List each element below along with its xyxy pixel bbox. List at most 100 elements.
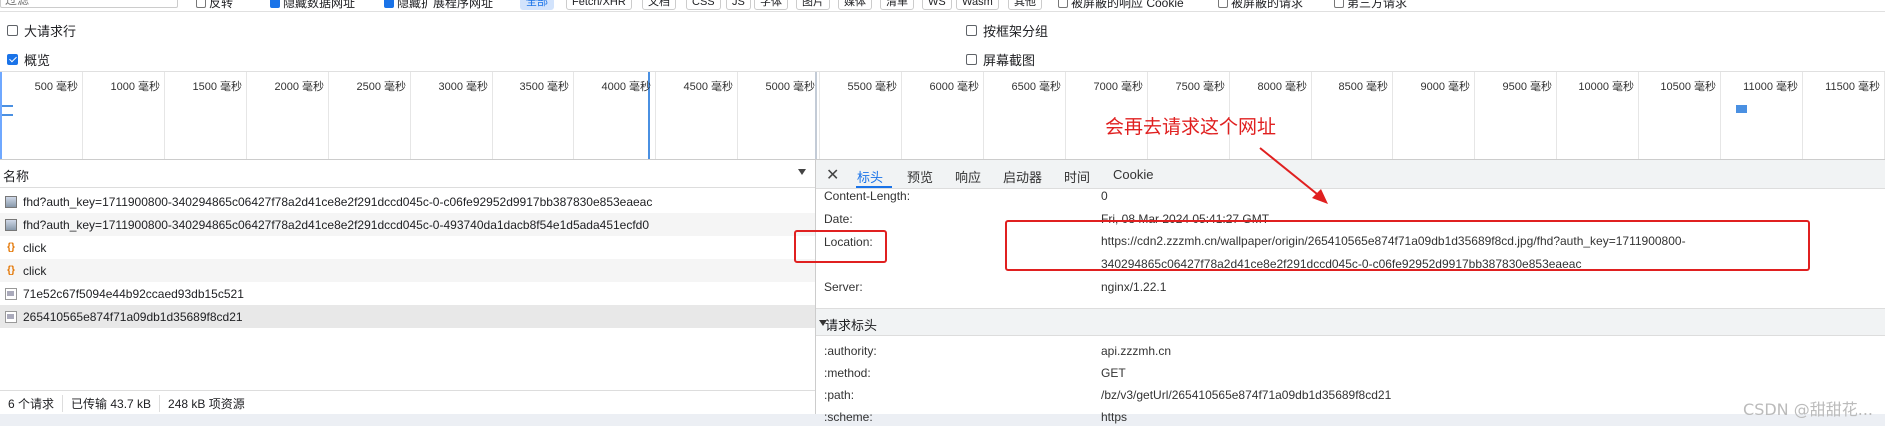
overview-label: 概览 (24, 53, 51, 68)
request-row[interactable]: 71e52c67f5094e44b92ccaed93db15c521 (0, 282, 815, 305)
active-tab-indicator (856, 186, 892, 188)
header-name: :method: (824, 366, 871, 380)
blocked-requests-checkbox[interactable] (1218, 0, 1228, 8)
overview-tick-label: 11500 毫秒 (1825, 81, 1880, 93)
type-chip-other[interactable]: 其他 (1008, 0, 1042, 10)
request-row[interactable]: fhd?auth_key=1711900800-340294865c06427f… (0, 213, 815, 236)
header-name: Content-Length: (824, 189, 911, 203)
large-rows-option[interactable]: 大请求行 (7, 21, 76, 40)
type-chip-all[interactable]: 全部 (520, 0, 554, 10)
blocked-cookies-checkbox[interactable] (1058, 0, 1068, 8)
type-chip-manifest[interactable]: 清单 (880, 0, 914, 10)
detail-tab-bar: ✕ 标头 预览 响应 启动器 时间 Cookie (816, 160, 1885, 189)
close-icon[interactable]: ✕ (826, 165, 839, 185)
request-name: fhd?auth_key=1711900800-340294865c06427f… (23, 217, 650, 232)
large-rows-checkbox[interactable] (7, 25, 18, 36)
header-value: /bz/v3/getUrl/265410565e874f71a09db1d356… (1101, 388, 1392, 402)
annotation-box-location-name (794, 230, 887, 263)
overview-tick-label: 4500 毫秒 (683, 81, 733, 93)
request-row-selected[interactable]: 265410565e874f71a09db1d35689f8cd21 (0, 305, 815, 328)
request-list-header[interactable]: 名称 (0, 160, 815, 188)
header-value: api.zzzmh.cn (1101, 344, 1172, 358)
overview-tick-label: 10500 毫秒 (1660, 81, 1716, 93)
request-name: click (23, 263, 47, 278)
overview-tick-label: 6000 毫秒 (929, 81, 979, 93)
request-name: 265410565e874f71a09db1d35689f8cd21 (23, 309, 243, 324)
type-chip-img[interactable]: 图片 (796, 0, 830, 10)
type-chip-ws[interactable]: WS (922, 0, 952, 10)
blocked-cookies-label: 被屏蔽的响应 Cookie (1071, 0, 1184, 10)
header-name: Server: (824, 280, 863, 294)
overview-option[interactable]: 概览 (7, 50, 50, 69)
request-row[interactable]: fhd?auth_key=1711900800-340294865c06427f… (0, 190, 815, 213)
type-chip-wasm[interactable]: Wasm (956, 0, 999, 10)
request-headers-section-toggle[interactable]: 请求标头 (816, 308, 1885, 336)
header-name: :scheme: (824, 410, 873, 424)
tab-cookies[interactable]: Cookie (1113, 167, 1153, 182)
type-chip-css[interactable]: CSS (686, 0, 721, 10)
status-bar: 6 个请求 已传输 43.7 kB 248 kB 项资源 (0, 390, 815, 415)
invert-option[interactable]: 反转 (196, 0, 233, 11)
bottom-strip (0, 414, 1885, 426)
invert-checkbox[interactable] (196, 0, 206, 8)
third-party-label: 第三方请求 (1347, 0, 1408, 10)
sort-arrow-icon[interactable] (798, 169, 806, 175)
request-headers-title: 请求标头 (825, 318, 878, 333)
overview-tick-label: 8500 毫秒 (1338, 81, 1388, 93)
xhr-icon: {} (7, 264, 15, 276)
image-icon (5, 195, 17, 208)
header-value: nginx/1.22.1 (1101, 280, 1167, 294)
name-column-header[interactable]: 名称 (3, 166, 29, 185)
header-value: https (1101, 410, 1128, 424)
tab-initiator[interactable]: 启动器 (1003, 167, 1042, 186)
overview-tick-label: 3000 毫秒 (438, 81, 488, 93)
blocked-cookies-option[interactable]: 被屏蔽的响应 Cookie (1058, 0, 1184, 11)
request-name: fhd?auth_key=1711900800-340294865c06427f… (23, 194, 653, 209)
tab-headers[interactable]: 标头 (857, 167, 883, 186)
hide-data-urls-option[interactable]: 隐藏数据网址 (270, 0, 355, 11)
group-by-frame-label: 按框架分组 (983, 24, 1049, 39)
tab-response[interactable]: 响应 (955, 167, 981, 186)
large-rows-label: 大请求行 (24, 24, 77, 39)
hide-extension-urls-option[interactable]: 隐藏扩展程序网址 (384, 0, 493, 11)
overview-tick-label: 3500 毫秒 (519, 81, 569, 93)
header-value: GET (1101, 366, 1126, 380)
group-by-frame-option[interactable]: 按框架分组 (966, 21, 1048, 40)
overview-tick-label: 1000 毫秒 (110, 81, 160, 93)
group-by-frame-checkbox[interactable] (966, 25, 977, 36)
screenshots-option[interactable]: 屏幕截图 (966, 50, 1035, 69)
overview-tick-label: 11000 毫秒 (1743, 81, 1798, 93)
screenshots-checkbox[interactable] (966, 54, 977, 65)
overview-timeline[interactable]: 500 毫秒 1000 毫秒 1500 毫秒 2000 毫秒 2500 毫秒 3000 毫… (0, 71, 1885, 160)
hide-extension-urls-label: 隐藏扩展程序网址 (397, 0, 494, 10)
request-row[interactable]: {} click (0, 236, 815, 259)
hide-data-urls-checkbox[interactable] (270, 0, 280, 8)
type-chip-media[interactable]: 媒体 (838, 0, 872, 10)
tab-preview[interactable]: 预览 (907, 167, 933, 186)
type-chip-js[interactable]: JS (726, 0, 751, 10)
blocked-requests-label: 被屏蔽的请求 (1231, 0, 1304, 10)
overview-tick-label: 6500 毫秒 (1011, 81, 1061, 93)
type-chip-fetch-xhr[interactable]: Fetch/XHR (566, 0, 632, 10)
header-name: Date: (824, 212, 853, 226)
overview-tick-label: 500 毫秒 (34, 81, 78, 93)
type-chip-font[interactable]: 字体 (754, 0, 788, 10)
hide-extension-urls-checkbox[interactable] (384, 0, 394, 8)
transferred-size: 已传输 43.7 kB (63, 394, 161, 412)
header-name: :path: (824, 388, 855, 402)
document-icon (5, 287, 17, 300)
overview-checkbox[interactable] (7, 54, 18, 65)
panel-divider[interactable] (815, 160, 816, 414)
type-chip-doc[interactable]: 文档 (642, 0, 676, 10)
overview-tick-label: 2000 毫秒 (274, 81, 324, 93)
overview-tick-label: 8000 毫秒 (1257, 81, 1307, 93)
third-party-checkbox[interactable] (1334, 0, 1344, 8)
blocked-requests-option[interactable]: 被屏蔽的请求 (1218, 0, 1303, 11)
tab-timing[interactable]: 时间 (1064, 167, 1090, 186)
filter-input[interactable] (0, 0, 178, 8)
annotation-box-location-value (1005, 220, 1810, 271)
third-party-option[interactable]: 第三方请求 (1334, 0, 1407, 11)
request-row[interactable]: {} click (0, 259, 815, 282)
load-marker (815, 72, 817, 159)
overview-tick-label: 1500 毫秒 (192, 81, 242, 93)
